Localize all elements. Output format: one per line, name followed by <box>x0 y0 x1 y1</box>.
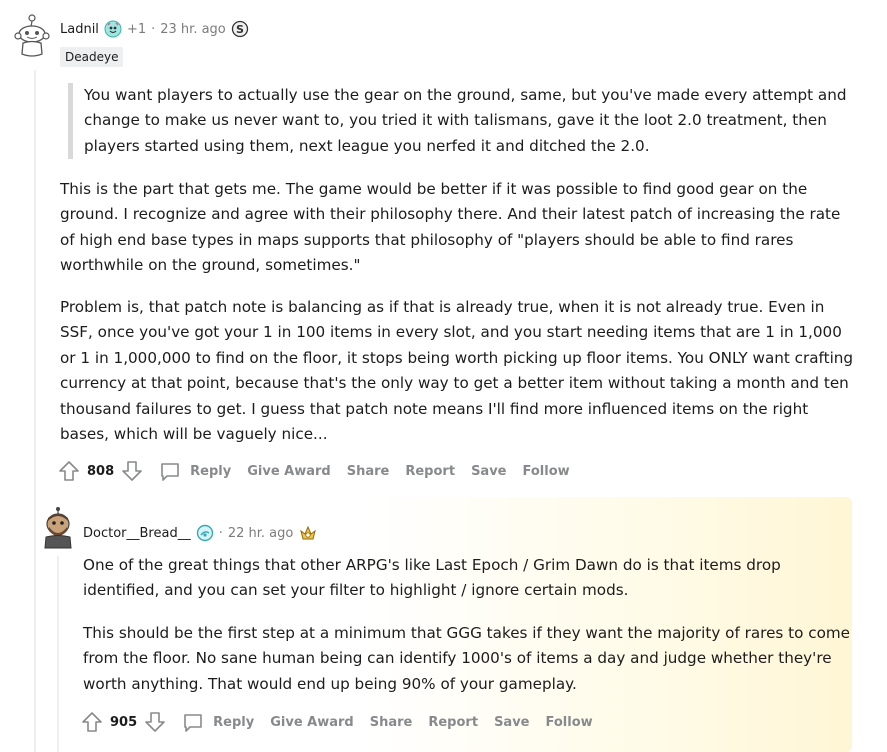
comment-paragraph: This should be the first step at a minim… <box>83 624 851 693</box>
upvote-icon[interactable] <box>57 459 81 483</box>
award-icon[interactable] <box>104 20 122 38</box>
vote-count: 905 <box>110 714 138 730</box>
thread-line[interactable] <box>34 70 36 752</box>
reply-button[interactable]: Reply <box>213 715 254 730</box>
give-award-button[interactable]: Give Award <box>247 464 331 479</box>
comment-paragraph: One of the great things that other ARPG'… <box>83 556 781 600</box>
svg-text:S: S <box>236 23 244 36</box>
upvote-icon[interactable] <box>80 710 104 734</box>
silver-award-icon[interactable]: S <box>231 20 249 38</box>
username-link[interactable]: Ladnil <box>60 22 99 37</box>
gold-award-icon[interactable] <box>298 523 318 543</box>
save-button[interactable]: Save <box>471 464 506 479</box>
meta-separator: · <box>151 21 156 37</box>
user-avatar-icon[interactable] <box>40 507 76 549</box>
comment-header: Doctor__Bread__ · 22 hr. ago <box>83 523 318 543</box>
comment-header: Ladnil +1 · 23 hr. ago S <box>60 20 249 38</box>
quote-text: You want players to actually use the gea… <box>84 86 847 155</box>
reply-button[interactable]: Reply <box>190 464 231 479</box>
meta-separator: · <box>218 525 223 541</box>
vote-count: 808 <box>87 463 115 479</box>
thread-line[interactable] <box>57 556 59 752</box>
timestamp[interactable]: 23 hr. ago <box>160 22 226 37</box>
award-icon[interactable] <box>196 524 214 542</box>
comment-paragraph: This is the part that gets me. The game … <box>60 180 841 275</box>
comment-actions: 905 Reply Give Award Share Report Save F… <box>80 710 609 734</box>
timestamp[interactable]: 22 hr. ago <box>228 526 294 541</box>
blockquote: You want players to actually use the gea… <box>68 83 858 160</box>
downvote-icon[interactable] <box>143 710 167 734</box>
username-link[interactable]: Doctor__Bread__ <box>83 526 191 541</box>
downvote-icon[interactable] <box>120 459 144 483</box>
comment-actions: 808 Reply Give Award Share Report Save F… <box>57 459 586 483</box>
follow-button[interactable]: Follow <box>523 464 570 479</box>
comment-bubble-icon[interactable] <box>158 459 182 483</box>
report-button[interactable]: Report <box>405 464 455 479</box>
save-button[interactable]: Save <box>494 715 529 730</box>
snoo-avatar-icon[interactable] <box>14 12 50 60</box>
share-button[interactable]: Share <box>347 464 390 479</box>
follow-button[interactable]: Follow <box>546 715 593 730</box>
award-count[interactable]: +1 <box>127 22 146 37</box>
report-button[interactable]: Report <box>428 715 478 730</box>
give-award-button[interactable]: Give Award <box>270 715 354 730</box>
user-flair: Deadeye <box>60 47 124 67</box>
comment-paragraph: Problem is, that patch note is balancing… <box>60 298 854 444</box>
comment-bubble-icon[interactable] <box>181 710 205 734</box>
share-button[interactable]: Share <box>370 715 413 730</box>
